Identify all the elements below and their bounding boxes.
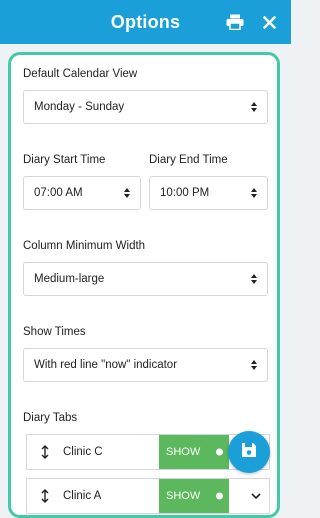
select-caret-icon (251, 360, 257, 370)
column-width-value: Medium-large (34, 273, 105, 285)
show-times-label: Show Times (23, 326, 86, 338)
header-actions (225, 0, 279, 44)
start-time-label: Diary Start Time (23, 154, 106, 166)
show-toggle-label: SHOW (166, 490, 201, 502)
end-time-select[interactable]: 10:00 PM (149, 176, 268, 210)
default-view-label: Default Calendar View (23, 68, 138, 80)
print-icon[interactable] (225, 12, 245, 32)
show-toggle[interactable]: SHOW (159, 479, 229, 513)
close-icon[interactable] (259, 12, 279, 32)
start-time-select[interactable]: 07:00 AM (23, 176, 141, 210)
chevron-down-icon[interactable] (251, 487, 261, 505)
end-time-label: Diary End Time (149, 154, 228, 166)
select-caret-icon (124, 188, 130, 198)
diary-tab-row[interactable]: Clinic A SHOW (26, 478, 270, 514)
save-button[interactable] (228, 431, 270, 473)
column-width-label: Column Minimum Width (23, 240, 146, 252)
save-icon (241, 442, 257, 463)
show-times-select[interactable]: With red line "now" indicator (23, 348, 268, 382)
toggle-knob (216, 492, 223, 500)
show-toggle[interactable]: SHOW (159, 435, 229, 469)
page-title: Options (110, 11, 181, 32)
start-time-value: 07:00 AM (34, 187, 83, 199)
select-caret-icon (251, 188, 257, 198)
default-view-select[interactable]: Monday - Sunday (23, 90, 268, 124)
end-time-value: 10:00 PM (160, 187, 210, 199)
default-view-value: Monday - Sunday (34, 101, 125, 113)
select-caret-icon (251, 102, 257, 112)
header-bar: Options (0, 0, 291, 44)
column-width-select[interactable]: Medium-large (23, 262, 268, 296)
show-toggle-label: SHOW (166, 446, 201, 458)
select-caret-icon (251, 274, 257, 284)
drag-handle-icon[interactable] (27, 445, 63, 459)
diary-tabs-label: Diary Tabs (23, 412, 78, 424)
show-times-value: With red line "now" indicator (34, 359, 178, 371)
toggle-knob (216, 448, 223, 456)
